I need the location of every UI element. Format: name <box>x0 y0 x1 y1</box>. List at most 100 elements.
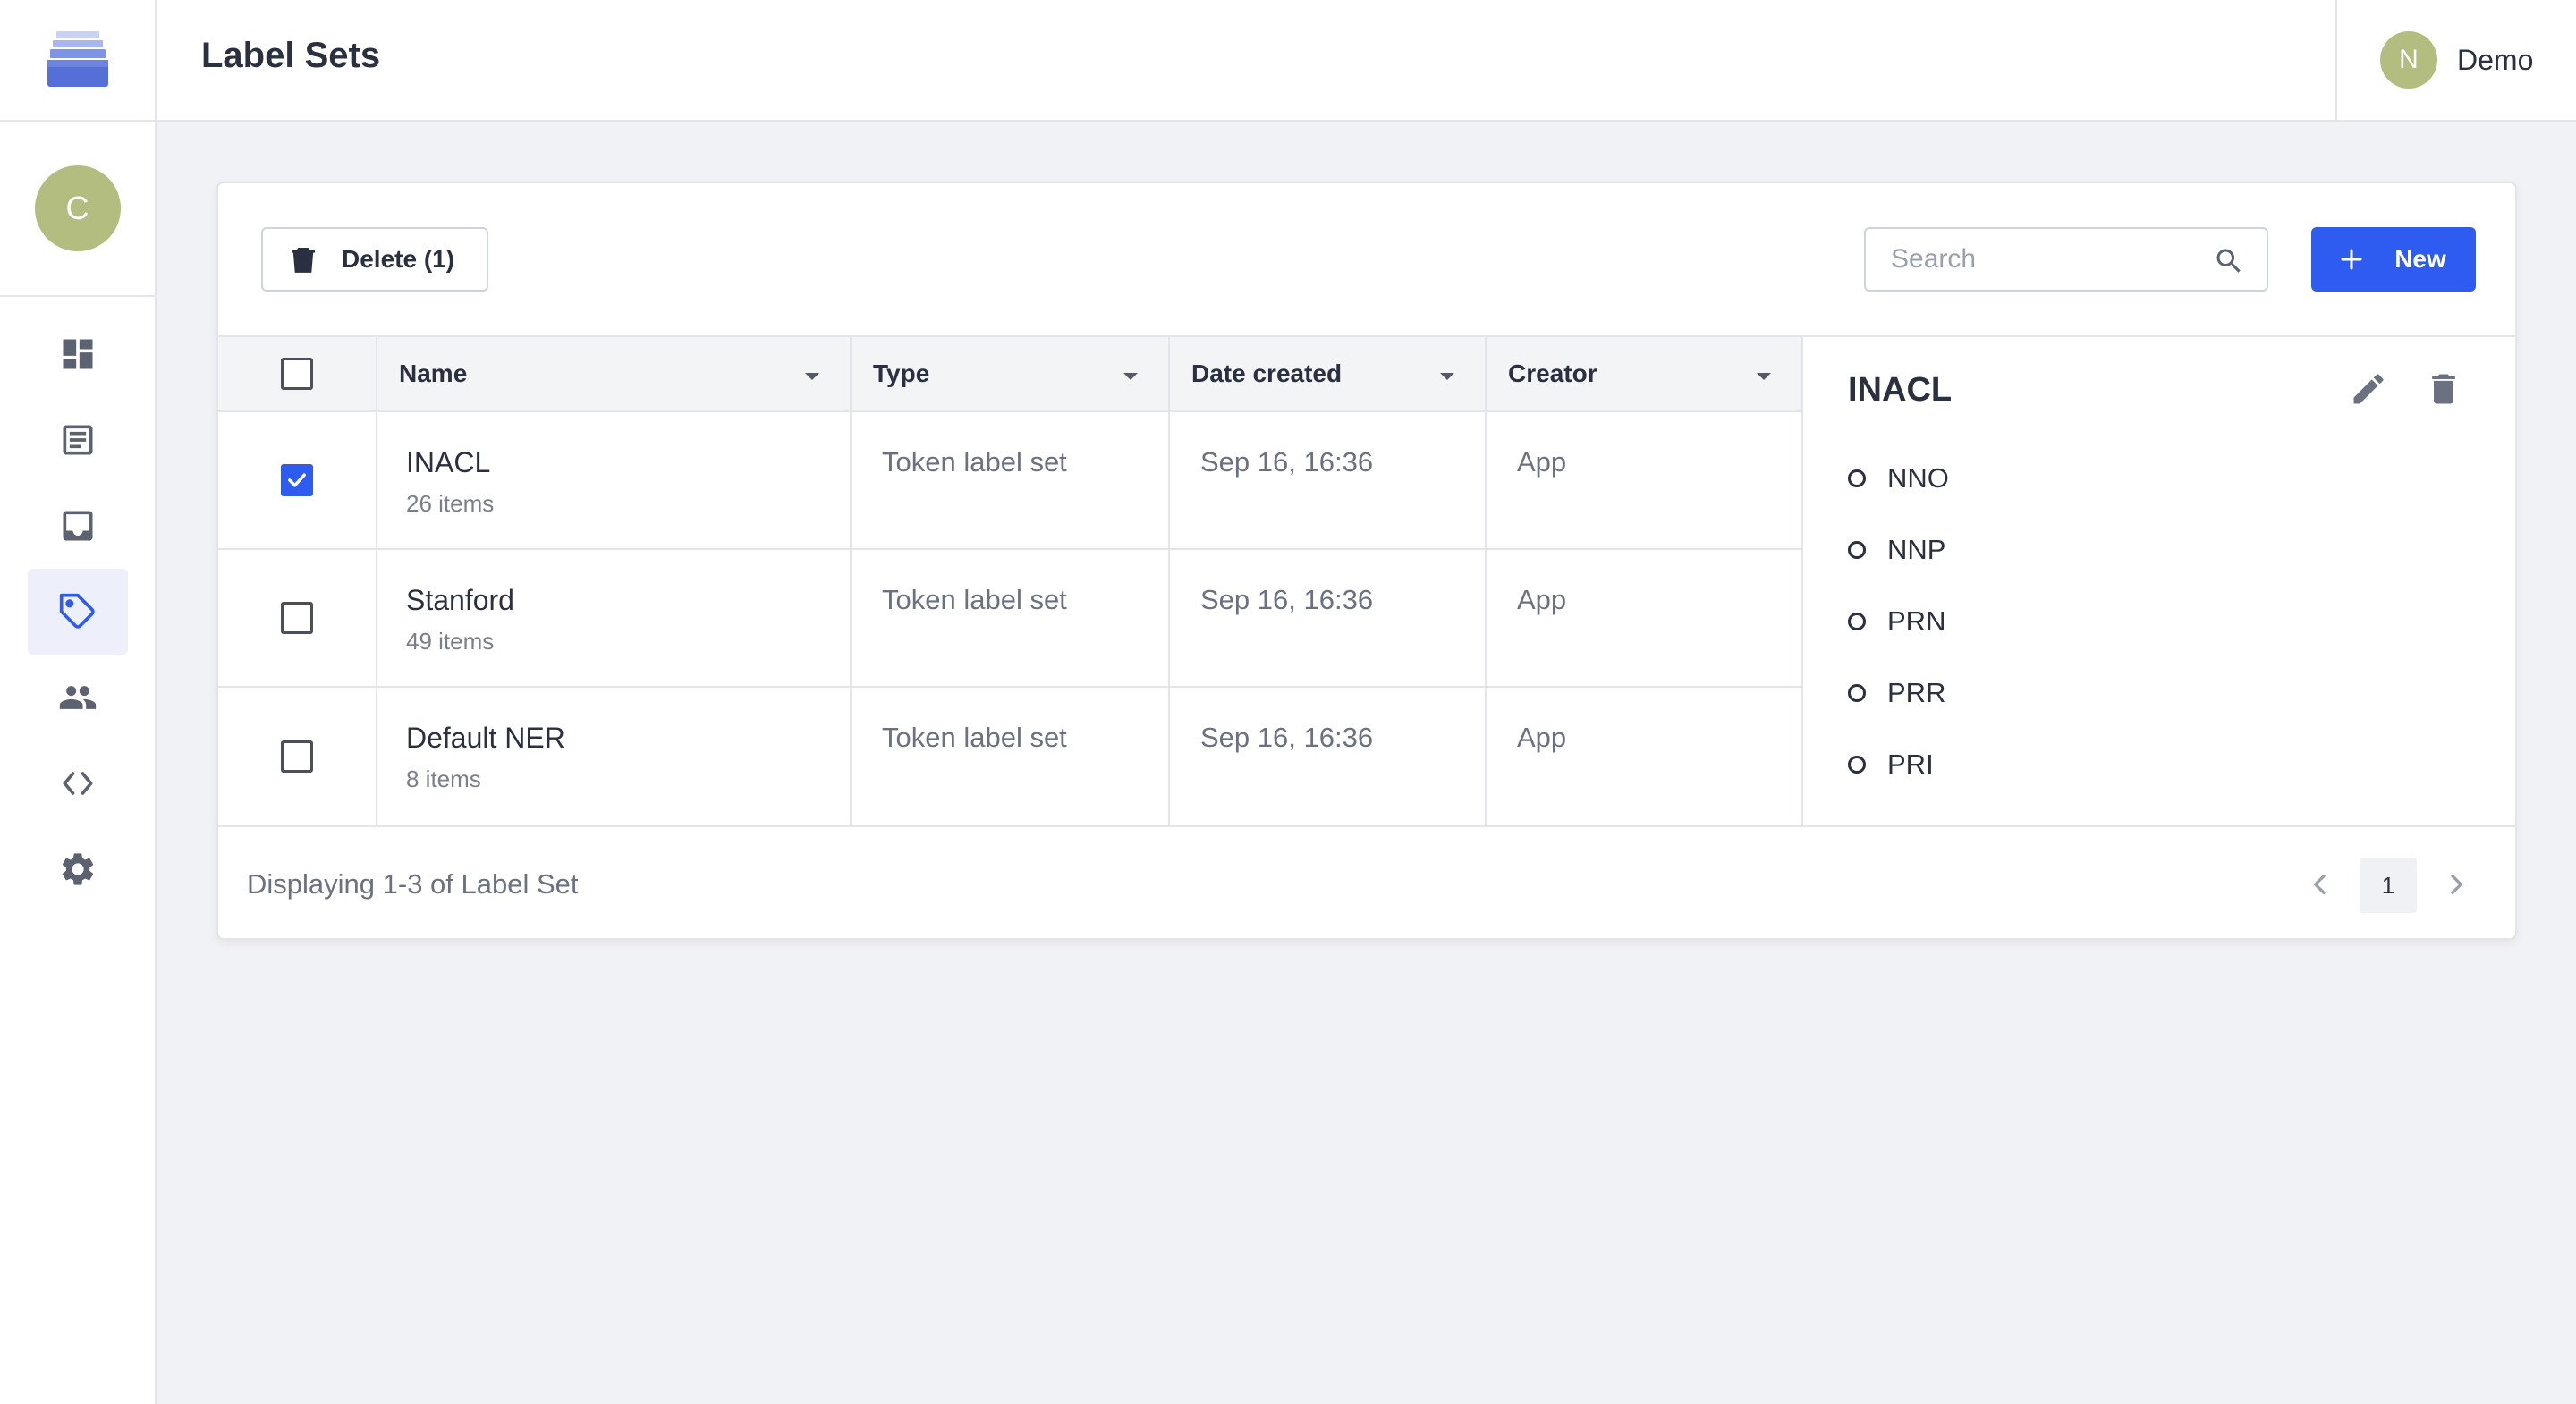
row-creator: App <box>1487 688 1803 825</box>
sort-caret-icon[interactable] <box>805 373 819 380</box>
row-checkbox[interactable] <box>281 740 313 773</box>
column-header-name[interactable]: Name <box>377 337 852 410</box>
dashboard-icon <box>63 339 93 369</box>
row-type: Token label set <box>852 550 1170 686</box>
column-header-type[interactable]: Type <box>852 337 1170 410</box>
row-name-cell: Stanford 49 items <box>377 550 852 686</box>
row-date: Sep 16, 16:36 <box>1170 412 1487 548</box>
sort-caret-icon[interactable] <box>1123 373 1138 380</box>
label-list: NNO NNP PRN PRR PRI <box>1848 462 1949 820</box>
sidebar: C <box>0 0 157 1404</box>
sidebar-item-developer[interactable] <box>28 740 128 826</box>
chevron-left-icon[interactable] <box>2306 870 2334 899</box>
row-name: Default NER <box>406 722 565 754</box>
row-item-count: 26 items <box>406 490 495 517</box>
circle-outline-icon <box>1848 613 1866 630</box>
circle-outline-icon <box>1848 756 1866 774</box>
column-header-label: Name <box>399 359 468 387</box>
row-check-cell <box>218 688 377 825</box>
row-check-cell <box>218 550 377 686</box>
table-header: Name Type Date created Creator <box>218 335 1803 412</box>
label-name: PRI <box>1887 749 1934 780</box>
label-name: PRR <box>1887 677 1946 708</box>
pagination-page-button[interactable]: 1 <box>2360 858 2417 913</box>
chevron-right-icon[interactable] <box>2442 870 2470 899</box>
row-date: Sep 16, 16:36 <box>1170 688 1487 825</box>
column-header-date-created[interactable]: Date created <box>1170 337 1487 410</box>
list-item: PRI <box>1848 749 1949 820</box>
label-name: NNO <box>1887 462 1949 494</box>
table-row[interactable]: Default NER 8 items Token label set Sep … <box>218 688 1803 825</box>
trash-icon <box>292 248 315 273</box>
row-item-count: 8 items <box>406 765 481 792</box>
row-type: Token label set <box>852 688 1170 825</box>
pencil-icon[interactable] <box>2349 369 2388 409</box>
people-icon <box>59 686 97 709</box>
app-logo-icon[interactable] <box>47 31 108 89</box>
search-box[interactable] <box>1864 227 2268 292</box>
table-row[interactable]: Stanford 49 items Token label set Sep 16… <box>218 550 1803 688</box>
row-item-count: 49 items <box>406 628 495 655</box>
inbox-icon <box>63 511 93 541</box>
label-name: NNP <box>1887 534 1946 565</box>
circle-outline-icon <box>1848 541 1866 559</box>
tag-icon <box>59 593 95 629</box>
row-name: INACL <box>406 446 491 478</box>
logo-cell <box>0 0 155 122</box>
row-name-cell: Default NER 8 items <box>377 688 852 825</box>
pagination-summary: Displaying 1-3 of Label Set <box>247 868 579 900</box>
column-header-label: Type <box>873 359 930 387</box>
search-input[interactable] <box>1866 229 2206 290</box>
circle-outline-icon <box>1848 469 1866 487</box>
row-name: Stanford <box>406 584 514 616</box>
select-all-cell <box>218 337 377 410</box>
sidebar-item-settings[interactable] <box>28 826 128 912</box>
trash-icon[interactable] <box>2424 369 2463 409</box>
row-checkbox[interactable] <box>281 602 313 634</box>
list-item: PRN <box>1848 605 1949 677</box>
gear-icon <box>62 853 94 885</box>
row-creator: App <box>1487 412 1803 548</box>
code-icon <box>63 772 93 795</box>
list-item: PRR <box>1848 677 1949 749</box>
row-checkbox[interactable] <box>281 464 313 496</box>
label-set-detail-panel: INACL NNO NNP PRN PRR PRI <box>1803 335 2515 827</box>
column-header-label: Date created <box>1191 359 1343 387</box>
row-name-cell: INACL 26 items <box>377 412 852 548</box>
toolbar: Delete (1) New <box>218 183 2515 335</box>
sort-caret-icon[interactable] <box>1757 373 1771 380</box>
row-check-cell <box>218 412 377 548</box>
sidebar-item-label-sets[interactable] <box>28 569 128 655</box>
list-item: NNO <box>1848 462 1949 534</box>
select-all-checkbox[interactable] <box>281 358 313 390</box>
label-sets-table: Name Type Date created Creator INACL 26 … <box>218 335 1803 825</box>
sidebar-item-documents[interactable] <box>28 397 128 483</box>
sidebar-item-inbox[interactable] <box>28 483 128 569</box>
header-avatar: N <box>2380 31 2437 89</box>
label-sets-card: Delete (1) New Name Type Date c <box>216 182 2517 940</box>
column-header-creator[interactable]: Creator <box>1487 337 1803 410</box>
label-name: PRN <box>1887 605 1946 637</box>
row-type: Token label set <box>852 412 1170 548</box>
new-button[interactable]: New <box>2311 227 2476 292</box>
sidebar-item-users[interactable] <box>28 655 128 740</box>
column-header-label: Creator <box>1508 359 1597 387</box>
sort-caret-icon[interactable] <box>1440 373 1454 380</box>
delete-button[interactable]: Delete (1) <box>261 227 488 292</box>
check-icon <box>288 473 306 487</box>
list-item: NNP <box>1848 534 1949 605</box>
sidebar-avatar[interactable]: C <box>34 165 121 251</box>
plus-icon <box>2341 249 2362 270</box>
new-button-label: New <box>2394 245 2446 273</box>
detail-title: INACL <box>1848 371 1953 409</box>
search-icon[interactable] <box>2213 245 2245 277</box>
circle-outline-icon <box>1848 684 1866 702</box>
top-header: Label Sets N Demo <box>157 0 2576 122</box>
page-title: Label Sets <box>201 36 381 75</box>
table-row[interactable]: INACL 26 items Token label set Sep 16, 1… <box>218 412 1803 550</box>
row-creator: App <box>1487 550 1803 686</box>
sidebar-item-dashboard[interactable] <box>28 311 128 397</box>
delete-button-label: Delete (1) <box>342 245 455 273</box>
header-user-menu[interactable]: N Demo <box>2335 0 2576 120</box>
header-username: Demo <box>2457 43 2534 76</box>
